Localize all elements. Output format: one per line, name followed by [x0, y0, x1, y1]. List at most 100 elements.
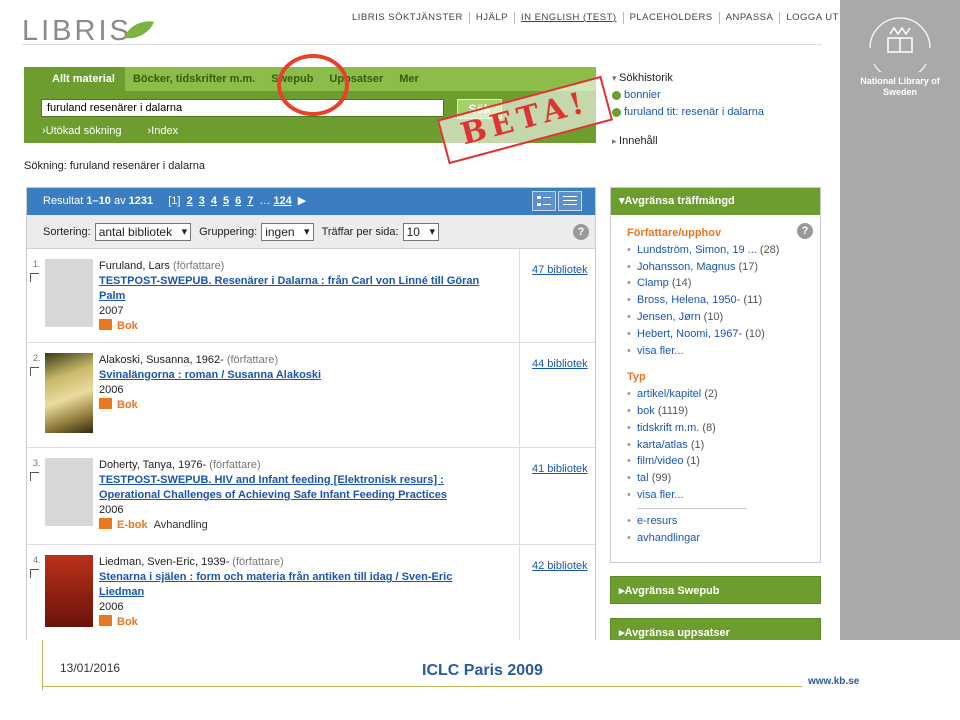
- nav-anpassa[interactable]: ANPASSA: [718, 12, 780, 24]
- record-author: Furuland, Lars: [99, 260, 170, 272]
- group-label: Gruppering:: [199, 225, 258, 238]
- facet-more-link[interactable]: visa fler...: [627, 343, 820, 360]
- search-tabs: Allt material Böcker, tidskrifter m.m. S…: [24, 67, 427, 91]
- list-view-icon: [563, 196, 577, 205]
- page-link[interactable]: 4: [211, 195, 217, 207]
- page-link[interactable]: 7: [247, 195, 253, 207]
- record-role: (författare): [232, 556, 284, 568]
- nav-placeholders[interactable]: PLACEHOLDERS: [622, 12, 719, 24]
- facet-divider: [637, 507, 747, 509]
- record-role: (författare): [226, 354, 279, 366]
- record-role: (författare): [209, 459, 261, 471]
- facet-more-link[interactable]: visa fler...: [627, 487, 820, 504]
- nav-libris-soktjanster[interactable]: LIBRIS SÖKTJÄNSTER: [352, 12, 469, 24]
- sort-select[interactable]: antal bibliotek: [94, 222, 192, 241]
- search-input[interactable]: furuland resenärer i dalarna: [41, 99, 444, 117]
- facet-count: (17): [738, 260, 759, 273]
- record-year: 2006: [99, 384, 124, 396]
- facet-count: (1): [690, 438, 705, 451]
- tab-bocker[interactable]: Böcker, tidskrifter m.m.: [125, 67, 263, 91]
- record-checkbox[interactable]: [30, 569, 39, 578]
- tab-allt-material[interactable]: Allt material: [24, 67, 125, 91]
- record-subtype: Avhandling: [153, 519, 208, 531]
- facet-item[interactable]: tal (99): [627, 470, 820, 487]
- facet-item[interactable]: tidskrift m.m. (8): [627, 420, 820, 437]
- facet-item[interactable]: karta/atlas (1): [627, 437, 820, 454]
- history-item[interactable]: furuland tit: resenär i dalarna: [612, 104, 764, 121]
- facet-avhandlingar[interactable]: avhandlingar: [627, 530, 820, 547]
- facet-item[interactable]: Lundström, Simon, 19 ... (28): [627, 242, 820, 259]
- page-link[interactable]: 5: [223, 195, 229, 207]
- facet-count: (99): [651, 472, 672, 485]
- nav-logga-ut[interactable]: LOGGA UT: [779, 12, 840, 24]
- results-label: Resultat: [43, 195, 84, 207]
- facet-panel: Avgränsa träffmängd ? Författare/upphov …: [610, 187, 821, 563]
- record-type: Bok: [99, 319, 499, 334]
- advanced-search-link[interactable]: Utökad sökning: [42, 124, 122, 138]
- record-title-link[interactable]: Svinalängorna : roman / Susanna Alakoski: [99, 368, 499, 383]
- group-select[interactable]: ingen: [261, 222, 314, 241]
- index-link[interactable]: Index: [148, 124, 178, 138]
- list-view-toggle[interactable]: [558, 191, 582, 211]
- pagination-ellipsis: …: [259, 195, 271, 207]
- help-icon[interactable]: ?: [573, 224, 589, 240]
- facet-item[interactable]: Jensen, Jørn (10): [627, 309, 820, 326]
- facet-heading[interactable]: Avgränsa träffmängd: [611, 188, 820, 215]
- facet-swepub-toggle[interactable]: Avgränsa Swepub: [610, 576, 821, 604]
- help-icon[interactable]: ?: [797, 223, 813, 239]
- detail-view-icon: [537, 196, 551, 206]
- history-item[interactable]: bonnier: [612, 87, 764, 104]
- library-count-link[interactable]: 47 bibliotek: [519, 249, 595, 342]
- detail-view-toggle[interactable]: [532, 191, 556, 211]
- facet-item[interactable]: Johansson, Magnus (17): [627, 259, 820, 276]
- content-heading[interactable]: Innehåll: [612, 133, 764, 150]
- page-link[interactable]: 2: [187, 195, 193, 207]
- cover-placeholder: [45, 458, 93, 526]
- record-title-link[interactable]: TESTPOST-SWEPUB. Resenärer i Dalarna : f…: [99, 274, 499, 304]
- nav-in-english[interactable]: IN ENGLISH (TEST): [513, 12, 623, 24]
- record-checkbox[interactable]: [30, 472, 39, 481]
- record-author: Alakoski, Susanna, 1962-: [99, 354, 224, 366]
- record-checkbox[interactable]: [30, 273, 39, 282]
- last-page-link[interactable]: 124: [273, 195, 291, 207]
- page-link[interactable]: 3: [199, 195, 205, 207]
- record-number: 4.: [33, 555, 41, 565]
- next-page-icon[interactable]: ▶: [298, 195, 306, 207]
- per-page-select[interactable]: 10: [402, 222, 439, 241]
- facet-label: Bross, Helena, 1950-: [637, 294, 741, 307]
- sort-label: Sortering:: [43, 225, 91, 238]
- facet-item[interactable]: bok (1119): [627, 403, 820, 420]
- record-title-link[interactable]: Stenarna i själen : form och materia frå…: [99, 570, 499, 600]
- libris-logo[interactable]: LIBRIS: [22, 16, 132, 46]
- facet-label: Jensen, Jørn: [637, 310, 701, 323]
- facet-uppsatser-toggle[interactable]: Avgränsa uppsatser: [610, 618, 821, 640]
- facet-item[interactable]: artikel/kapitel (2): [627, 386, 820, 403]
- results-range: 1–10: [86, 195, 111, 207]
- library-count-link[interactable]: 41 bibliotek: [519, 448, 595, 544]
- nav-hjalp[interactable]: HJÄLP: [468, 12, 514, 24]
- facet-item[interactable]: Bross, Helena, 1950- (11): [627, 292, 820, 309]
- search-history: Sökhistorik bonnier furuland tit: resenä…: [612, 70, 764, 150]
- result-record: 4. Liedman, Sven-Eric, 1939- (författare…: [27, 545, 595, 640]
- library-count-link[interactable]: 42 bibliotek: [519, 545, 595, 640]
- record-info: Furuland, Lars (författare) TESTPOST-SWE…: [99, 259, 499, 334]
- page-link[interactable]: 6: [235, 195, 241, 207]
- conference-title: ICLC Paris 2009: [422, 662, 543, 679]
- library-count-link[interactable]: 44 bibliotek: [519, 343, 595, 447]
- history-heading[interactable]: Sökhistorik: [612, 70, 764, 87]
- footer-line-horizontal: [42, 686, 802, 687]
- results-panel: Resultat 1–10 av 1231 [1] 2 3 4 5 6 7 … 124 ▶ S…: [26, 187, 596, 640]
- facet-item[interactable]: Clamp (14): [627, 275, 820, 292]
- facet-item[interactable]: Hebert, Noomi, 1967- (10): [627, 326, 820, 343]
- facet-item[interactable]: film/video (1): [627, 453, 820, 470]
- record-year: 2006: [99, 601, 124, 613]
- record-checkbox[interactable]: [30, 367, 39, 376]
- ebook-icon: [99, 518, 112, 529]
- facet-e-resurs[interactable]: e-resurs: [627, 513, 820, 530]
- record-title-link[interactable]: TESTPOST-SWEPUB. HIV and Infant feeding …: [99, 473, 499, 503]
- facet-label: Johansson, Magnus: [637, 260, 736, 273]
- facet-count: (10): [745, 327, 765, 340]
- facet-label: film/video: [637, 455, 684, 468]
- header-divider: [22, 44, 822, 45]
- tab-mer[interactable]: Mer: [391, 67, 427, 91]
